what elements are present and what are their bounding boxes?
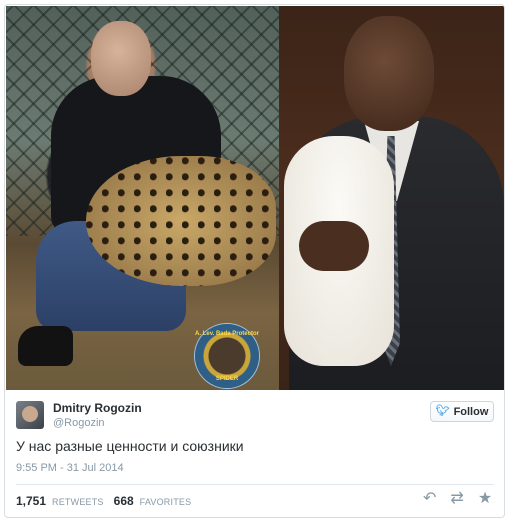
tweet-actions: ↶ ⇄ ★: [423, 491, 492, 507]
divider: [16, 484, 494, 485]
tweet-image[interactable]: A. Lev. Bada Protector SPIDER: [6, 6, 504, 390]
hands: [299, 221, 369, 271]
leopard-cub: [86, 156, 276, 286]
man-head-left: [91, 21, 151, 96]
retweet-icon[interactable]: ⇄: [450, 491, 463, 507]
tweet-body: Dmitry Rogozin @Rogozin 🐦︎ Follow У нас …: [5, 391, 504, 517]
author-handle[interactable]: @Rogozin: [53, 417, 105, 429]
watermark-badge: A. Lev. Bada Protector SPIDER: [195, 324, 259, 388]
follow-button[interactable]: 🐦︎ Follow: [430, 401, 494, 422]
favorites-label[interactable]: FAVORITES: [140, 497, 192, 507]
follow-label: Follow: [453, 405, 489, 418]
photo-left-man-with-leopard: A. Lev. Bada Protector SPIDER: [6, 6, 279, 390]
badge-bottom-text: SPIDER: [215, 376, 239, 382]
avatar[interactable]: [16, 401, 44, 429]
favorites-count[interactable]: 668: [114, 494, 134, 508]
tweet-stats: 1,751 RETWEETS 668 FAVORITES: [16, 494, 191, 508]
tweet-text: У нас разные ценности и союзники: [16, 438, 244, 454]
tweet-card: A. Lev. Bada Protector SPIDER Dmitry Rog…: [4, 4, 505, 518]
star-icon[interactable]: ★: [478, 491, 492, 507]
author-name[interactable]: Dmitry Rogozin: [53, 401, 142, 415]
twitter-bird-icon: 🐦︎: [435, 405, 450, 417]
photo-right-man-with-dog: [279, 6, 504, 390]
retweets-label[interactable]: RETWEETS: [52, 497, 104, 507]
badge-top-text: A. Lev. Bada Protector: [195, 331, 259, 337]
tweet-timestamp[interactable]: 9:55 PM - 31 Jul 2014: [16, 462, 124, 474]
retweets-count[interactable]: 1,751: [16, 494, 46, 508]
reply-icon[interactable]: ↶: [423, 491, 436, 507]
boot: [18, 326, 73, 366]
man-head-right: [344, 16, 434, 131]
